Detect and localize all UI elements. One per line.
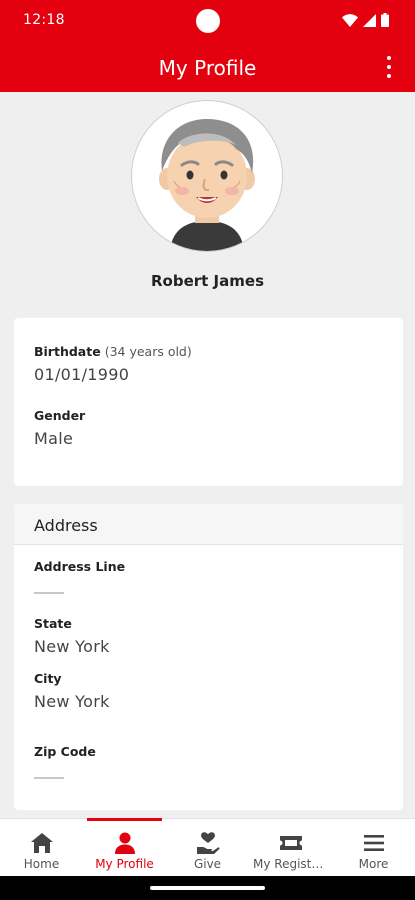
zip-code-empty-value (34, 777, 64, 779)
birthdate-label: Birthdate (34, 344, 101, 359)
nav-give[interactable]: Give (166, 819, 249, 877)
city-label: City (34, 671, 62, 686)
zip-code-field: Zip Code (34, 744, 96, 779)
state-label: State (34, 616, 72, 631)
nav-my-profile[interactable]: My Profile (83, 818, 166, 877)
personal-info-card: Birthdate (34 years old) 01/01/1990 Gende… (14, 318, 403, 486)
status-icons (342, 13, 389, 27)
profile-screen: 12:18 My Profile Robert James Birthdate … (0, 0, 415, 900)
city-field: City New York (34, 671, 110, 711)
nav-my-profile-label: My Profile (95, 857, 154, 871)
gender-field: Gender Male (34, 408, 85, 448)
gender-label: Gender (34, 408, 86, 423)
nav-my-registrations[interactable]: My Registra... (249, 819, 332, 877)
system-navigation-bar (0, 876, 415, 900)
battery-icon (381, 13, 389, 27)
page-title: My Profile (158, 56, 257, 80)
give-hand-heart-icon (196, 832, 220, 854)
birthdate-field: Birthdate (34 years old) 01/01/1990 (34, 344, 192, 384)
bottom-navigation: Home My Profile Give My Registra... More (0, 818, 415, 877)
home-indicator[interactable] (150, 886, 265, 890)
person-icon (114, 832, 135, 854)
address-line-empty-value (34, 592, 64, 594)
avatar (131, 100, 283, 252)
nav-home-label: Home (23, 857, 60, 871)
home-icon (30, 833, 53, 853)
address-line-field: Address Line (34, 559, 125, 594)
address-line-label: Address Line (34, 559, 126, 574)
address-header-title: Address (34, 516, 98, 535)
status-time: 12:18 (23, 12, 65, 28)
age-note: (34 years old) (104, 344, 192, 359)
signal-icon (363, 13, 376, 27)
wifi-icon (342, 13, 358, 27)
elderly-man-avatar-icon (159, 119, 255, 251)
menu-icon (363, 835, 384, 851)
more-vert-icon[interactable] (381, 56, 397, 78)
app-bar: My Profile (0, 42, 415, 92)
state-value: New York (34, 637, 110, 656)
nav-my-registrations-label: My Registra... (253, 857, 332, 871)
nav-more-label: More (358, 857, 389, 871)
user-name: Robert James (151, 272, 264, 290)
address-card: Address Address Line State New York City… (14, 504, 403, 810)
address-header: Address (14, 504, 403, 545)
gender-value: Male (34, 429, 74, 448)
nav-home[interactable]: Home (0, 819, 83, 877)
nav-more[interactable]: More (332, 819, 415, 877)
ticket-icon (279, 836, 302, 850)
birthdate-value: 01/01/1990 (34, 365, 130, 384)
city-value: New York (34, 692, 110, 711)
zip-code-label: Zip Code (34, 744, 96, 759)
state-field: State New York (34, 616, 110, 656)
camera-cutout (196, 9, 220, 33)
status-bar: 12:18 (0, 0, 415, 42)
nav-give-label: Give (193, 857, 222, 871)
